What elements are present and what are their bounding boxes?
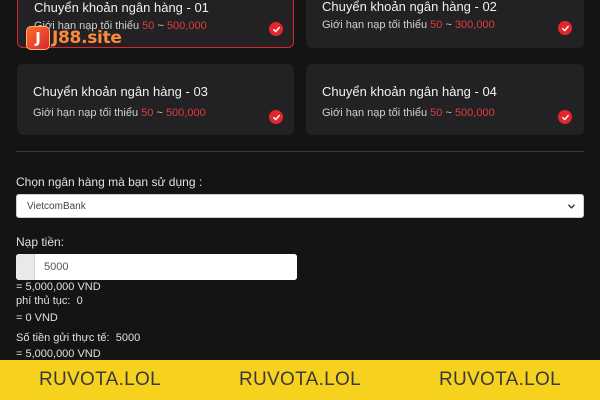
- bank-card-02[interactable]: Chuyển khoản ngân hàng - 02 Giới hạn nạp…: [306, 0, 584, 48]
- limit-min: 50: [142, 20, 155, 32]
- actual-row: Số tiền gửi thực tế: 5000: [16, 332, 140, 344]
- logo-mark-icon: J: [26, 26, 50, 50]
- fee-value: 0: [76, 295, 83, 307]
- fee-row: phí thủ tục: 0: [16, 295, 83, 307]
- limit-max: 500,000: [454, 107, 495, 119]
- watermark-banner: RUVOTA.LOL RUVOTA.LOL RUVOTA.LOL: [0, 360, 600, 400]
- banner-text: RUVOTA.LOL: [39, 369, 161, 390]
- check-icon: [558, 21, 572, 35]
- deposit-label: Nạp tiền:: [16, 235, 65, 249]
- check-icon: [269, 110, 283, 124]
- banner-text: RUVOTA.LOL: [239, 369, 361, 390]
- banner-text: RUVOTA.LOL: [439, 369, 561, 390]
- limit-max: 500,000: [165, 107, 206, 119]
- amount-addon: [16, 254, 35, 280]
- bank-select-value: VietcomBank: [27, 200, 86, 212]
- actual-label: Số tiền gửi thực tế:: [16, 332, 110, 344]
- fee-label: phí thủ tục:: [16, 295, 71, 307]
- amount-field[interactable]: [16, 254, 297, 280]
- bank-card-04[interactable]: Chuyển khoản ngân hàng - 04 Giới hạn nạp…: [306, 64, 584, 135]
- check-icon: [558, 110, 572, 124]
- section-divider: [16, 151, 584, 152]
- bank-card-limit: Giới hạn nạp tối thiểu 50 ~ 500,000: [33, 107, 206, 119]
- limit-min: 50: [430, 19, 443, 31]
- bank-select[interactable]: VietcomBank: [16, 194, 584, 218]
- bank-select-label: Chọn ngân hàng mà bạn sử dụng :: [16, 175, 203, 189]
- bank-card-title: Chuyển khoản ngân hàng - 04: [322, 84, 497, 99]
- limit-min: 50: [141, 107, 154, 119]
- bank-card-limit: Giới hạn nạp tối thiểu 50 ~ 300,000: [322, 19, 495, 31]
- actual-vnd: = 5,000,000 VND: [16, 348, 101, 360]
- amount-input[interactable]: [35, 254, 297, 280]
- limit-min: 50: [430, 107, 443, 119]
- brand-logo: J J88.site: [26, 26, 122, 50]
- chevron-down-icon: [568, 204, 575, 209]
- bank-card-03[interactable]: Chuyển khoản ngân hàng - 03 Giới hạn nạp…: [17, 64, 294, 135]
- limit-max: 500,000: [166, 20, 207, 32]
- fee-vnd: = 0 VND: [16, 312, 58, 324]
- bank-card-title: Chuyển khoản ngân hàng - 01: [34, 0, 209, 15]
- bank-card-title: Chuyển khoản ngân hàng - 02: [322, 0, 497, 14]
- limit-max: 300,000: [454, 19, 495, 31]
- bank-card-title: Chuyển khoản ngân hàng - 03: [33, 84, 208, 99]
- check-icon: [269, 22, 283, 36]
- actual-value: 5000: [115, 332, 141, 344]
- logo-text: J88.site: [52, 28, 122, 48]
- amount-vnd: = 5,000,000 VND: [16, 281, 101, 293]
- bank-card-limit: Giới hạn nạp tối thiểu 50 ~ 500,000: [322, 107, 495, 119]
